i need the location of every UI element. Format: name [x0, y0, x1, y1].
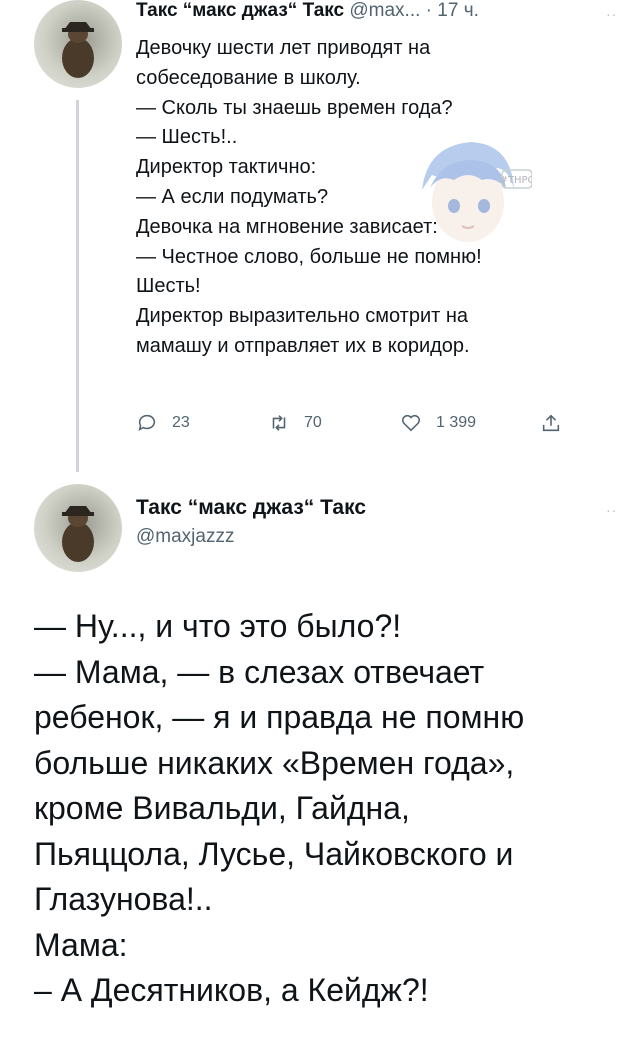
reply-count: 23	[172, 414, 190, 431]
heart-icon	[401, 414, 421, 432]
retweet-count: 70	[304, 414, 322, 431]
tweet-line: Девочка на мгновение зависает:	[136, 215, 438, 238]
tweet-line: Директор тактично:	[136, 156, 317, 179]
retweet-button[interactable]: 70	[268, 412, 322, 434]
tweet-line: Мама:	[34, 926, 128, 963]
share-icon	[542, 414, 560, 432]
tweet1-header: Такс “макс джаз“ Такс @max... · 17 ч.	[136, 0, 479, 22]
tweet-line: — Шесть!..	[136, 126, 238, 149]
thread-connector-line	[76, 100, 79, 472]
reply-icon	[138, 414, 156, 431]
dog-avatar-icon	[62, 22, 94, 78]
author-name[interactable]: Такс “макс джаз“ Такс	[136, 0, 344, 21]
dog-avatar-icon	[62, 506, 94, 562]
tweet-line: — А если подумать?	[136, 185, 329, 208]
anime-character-watermark: #THPC	[402, 130, 535, 260]
tweet-line: собеседование в школу.	[136, 66, 361, 89]
tweet-line: — Мама, — в слезах отвечает	[34, 653, 485, 690]
tweet-line: — Сколь ты знаешь времен года?	[136, 96, 453, 119]
tweet-line: Пьяццола, Лусье, Чайковского и	[34, 835, 514, 872]
tweet-line: кроме Вивальди, Гайдна,	[34, 790, 410, 826]
tweet1-text: Девочку шести лет приводят на собеседова…	[136, 34, 606, 362]
tweet-line: — Ну..., и что это было?!	[34, 608, 402, 644]
tweet-meta[interactable]: @max... · 17 ч.	[349, 0, 479, 21]
like-count: 1 399	[436, 414, 477, 431]
watermark-label: #THPC	[499, 175, 532, 186]
like-button[interactable]: 1 399	[400, 412, 476, 434]
tweet-line: Директор выразительно смотрит на	[136, 305, 469, 328]
tweet2-header: Такс “макс джаз“ Такс @maxjazzz	[136, 496, 366, 548]
tweet-line: – А Десятников, а Кейдж?!	[34, 972, 429, 1008]
author-avatar[interactable]	[34, 484, 122, 572]
tweet-line: ребенок, — я и правда не помню	[34, 699, 525, 735]
tweet-line: Шесть!	[136, 275, 201, 298]
author-avatar[interactable]	[34, 0, 122, 88]
tweet-line: больше никаких «Времен года»,	[34, 744, 515, 781]
more-dots-icon[interactable]: ··	[606, 6, 617, 22]
tweet-actions: 23 70 1 399	[136, 412, 576, 442]
author-handle[interactable]: @maxjazzz	[136, 526, 366, 548]
author-name[interactable]: Такс “макс джаз“ Такс	[136, 496, 366, 520]
tweet-line: — Честное слово, больше не помню!	[136, 245, 482, 268]
retweet-icon	[272, 415, 286, 431]
more-dots-icon[interactable]: ··	[606, 502, 617, 518]
tweet-line: мамашу и отправляет их в коридор.	[136, 334, 470, 357]
tweet2-text: — Ну..., и что это было?! — Мама, — в сл…	[34, 604, 614, 1014]
share-button[interactable]	[540, 412, 562, 434]
tweet-line: Глазунова!..	[34, 881, 213, 917]
reply-button[interactable]: 23	[136, 412, 190, 434]
tweet-line: Девочку шести лет приводят на	[136, 37, 431, 59]
